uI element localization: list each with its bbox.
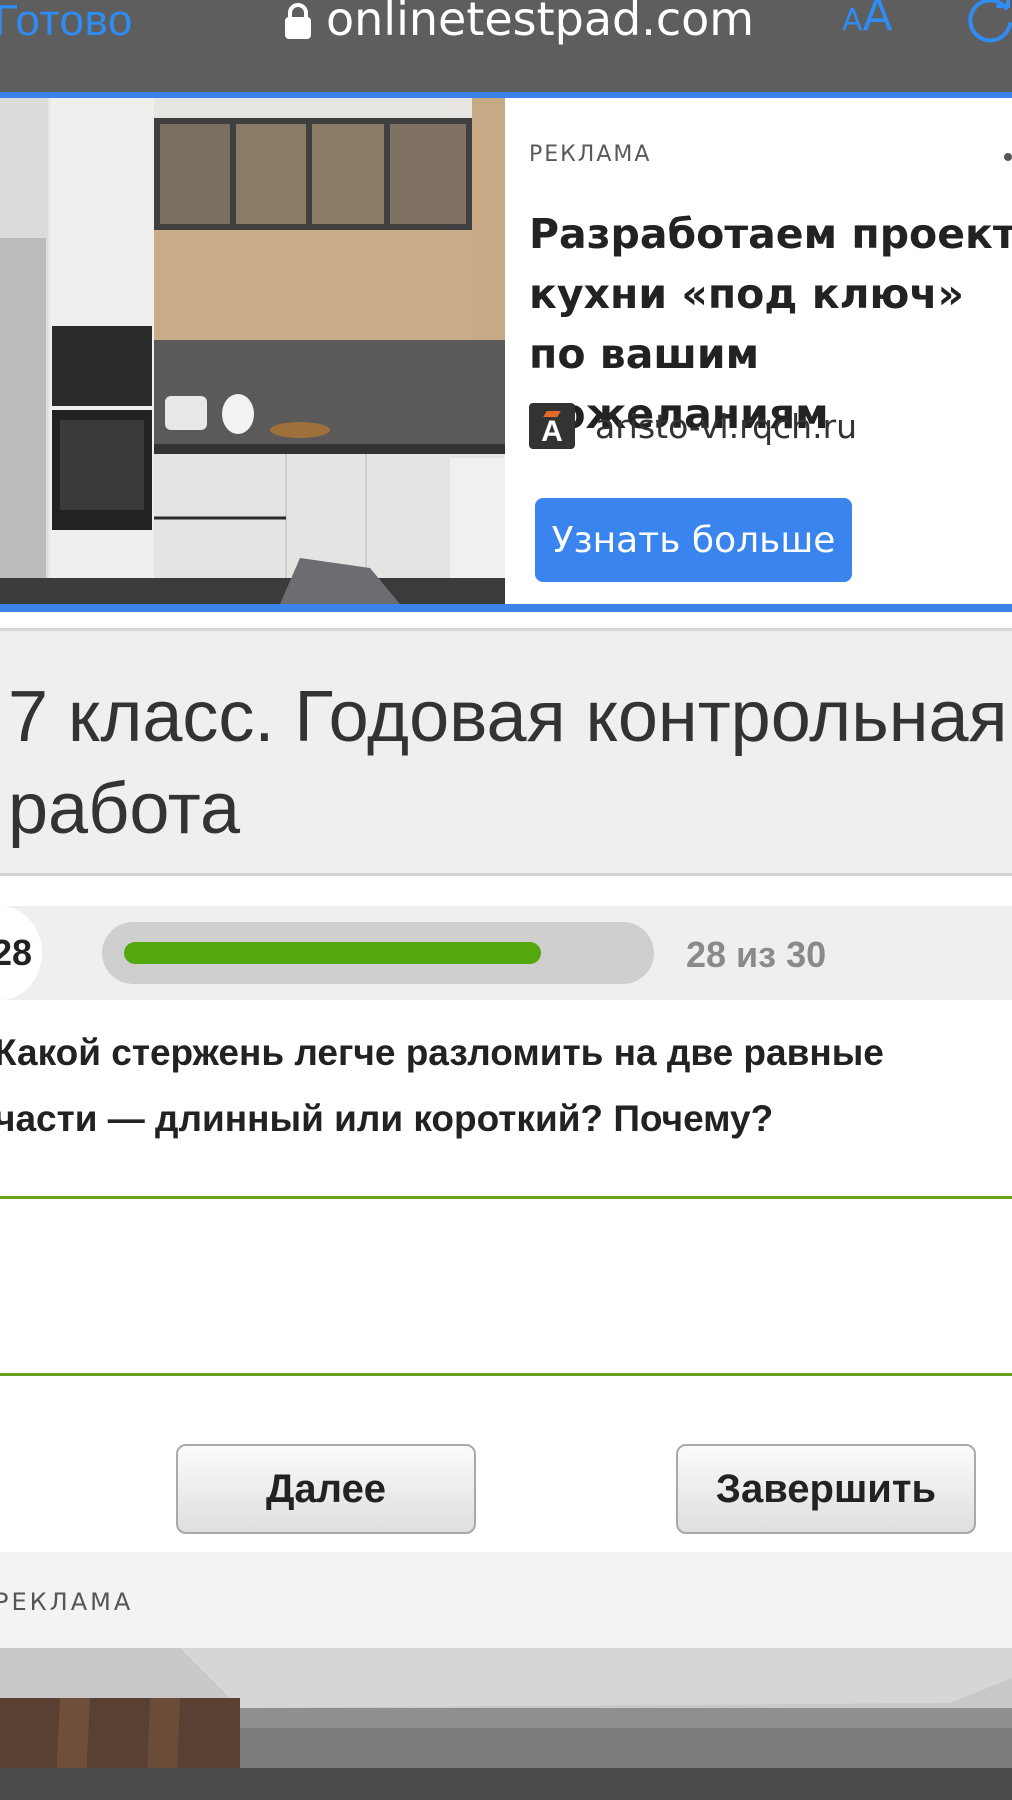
browser-toolbar: Готово onlinetestpad.com AA: [0, 0, 1012, 92]
page-title: 7 класс. Годовая контрольная работа: [8, 677, 1008, 849]
ad-banner-top[interactable]: РЕКЛАМА Разработаем проект кухни «под кл…: [0, 92, 1012, 612]
progress-text: 28 из 30: [686, 934, 827, 975]
progress-bar-fill: [124, 942, 541, 964]
progress-bar: [102, 922, 654, 984]
done-button[interactable]: Готово: [0, 0, 133, 46]
ad-banner-bottom[interactable]: РЕКЛАМА: [0, 1552, 1012, 1800]
ad-kitchen-image[interactable]: [0, 98, 505, 604]
ad-label-bottom: РЕКЛАМА: [0, 1588, 134, 1616]
lock-icon: [285, 3, 311, 39]
progress-row: 28 28 из 30: [0, 906, 1012, 1000]
browser-bottom-bar: [0, 1768, 1012, 1800]
address-bar[interactable]: onlinetestpad.com: [284, 0, 755, 46]
url-text: onlinetestpad.com: [326, 0, 755, 46]
question-number-badge: 28: [0, 906, 42, 1000]
ad-menu-dot[interactable]: [1004, 153, 1012, 161]
finish-button[interactable]: Завершить: [676, 1444, 976, 1534]
test-title-block: 7 класс. Годовая контрольная работа: [0, 628, 1012, 876]
ad-cta-button[interactable]: Узнать больше: [535, 498, 852, 582]
ad-label: РЕКЛАМА: [529, 142, 652, 167]
text-size-small-glyph: A: [842, 3, 863, 38]
ad-favicon-icon: A: [529, 403, 575, 449]
ad-domain: aristo-vl.rqch.ru: [595, 406, 858, 446]
question-text: Какой стержень легче разломить на две ра…: [0, 1032, 884, 1139]
text-size-button[interactable]: AA: [842, 0, 893, 41]
next-button[interactable]: Далее: [176, 1444, 476, 1534]
text-size-big-glyph: A: [862, 0, 893, 41]
reload-icon[interactable]: [962, 0, 1012, 50]
ad-domain-row[interactable]: A aristo-vl.rqch.ru: [529, 403, 857, 449]
answer-textarea[interactable]: [0, 1196, 1012, 1376]
ad-favicon-letter: A: [541, 415, 563, 448]
